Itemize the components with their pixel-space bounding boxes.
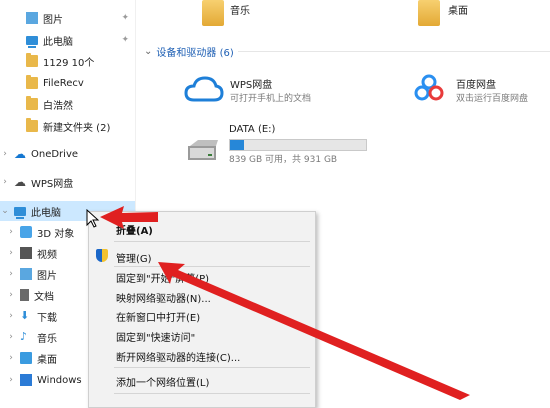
menu-item-manage[interactable]: 管理(G) — [116, 250, 152, 265]
drive-usage-bar — [229, 139, 367, 151]
nav-item-label: 白浩然 — [43, 100, 73, 112]
desktop-folder-icon[interactable] — [418, 0, 440, 26]
nav-item-label: 图片 — [37, 270, 57, 282]
mouse-cursor-icon — [86, 209, 100, 228]
divider — [238, 51, 550, 52]
menu-item-collapse[interactable]: 折叠(A) — [116, 222, 153, 237]
drive-usage-fill — [230, 140, 244, 150]
chevron-right-icon[interactable]: › — [6, 311, 16, 321]
nav-item-onedrive[interactable]: › ☁ OneDrive — [0, 144, 135, 164]
drive-title[interactable]: DATA (E:) — [229, 124, 275, 135]
nav-item-label: 此电脑 — [43, 36, 73, 48]
nav-item-label: 图片 — [43, 14, 63, 26]
menu-item-add-network-location[interactable]: 添加一个网络位置(L) — [116, 374, 209, 389]
wps-cloud-icon: ☁ — [14, 175, 26, 189]
chevron-right-icon[interactable]: › — [0, 149, 10, 159]
drive-subtitle: 可打开手机上的文档 — [230, 94, 312, 104]
nav-item-label: 新建文件夹 (2) — [43, 122, 111, 134]
video-folder-icon — [20, 247, 32, 259]
nav-item-label: 视频 — [37, 249, 57, 261]
nav-item-new-folder-2[interactable]: 新建文件夹 (2) — [0, 116, 135, 136]
menu-item-open-new-window[interactable]: 在新窗口中打开(E) — [116, 309, 200, 324]
chevron-right-icon[interactable]: › — [0, 177, 10, 187]
nav-item-pictures-pinned[interactable]: 图片 ✦ — [0, 8, 135, 28]
chevron-right-icon[interactable]: › — [6, 248, 16, 258]
menu-separator — [114, 241, 310, 242]
chevron-right-icon[interactable]: › — [6, 227, 16, 237]
nav-item-label: Windows — [37, 374, 82, 386]
nav-item-label: 下载 — [37, 312, 57, 324]
nav-item-label: 1129 10个 — [43, 57, 95, 69]
pictures-folder-icon — [26, 12, 38, 24]
nav-item-filerecv[interactable]: FileRecv — [0, 73, 135, 93]
folder-icon — [26, 96, 38, 110]
menu-item-map-network-drive[interactable]: 映射网络驱动器(N)... — [116, 290, 211, 305]
chevron-right-icon[interactable]: › — [6, 353, 16, 363]
onedrive-cloud-icon: ☁ — [14, 147, 26, 161]
drive-title[interactable]: WPS网盘 — [230, 76, 272, 91]
menu-separator — [114, 393, 310, 394]
wps-cloud-icon[interactable] — [184, 74, 224, 104]
nav-item-1129[interactable]: 1129 10个 — [0, 51, 135, 71]
music-folder-icon: ♪ — [20, 330, 28, 343]
nav-item-label: 此电脑 — [31, 207, 61, 219]
folder-icon — [26, 118, 38, 132]
chevron-right-icon[interactable]: › — [6, 290, 16, 300]
menu-item-pin-to-start[interactable]: 固定到"开始"屏幕(P) — [116, 270, 209, 285]
baidu-netdisk-icon[interactable] — [414, 74, 444, 102]
nav-item-label: FileRecv — [43, 77, 84, 89]
nav-item-baihaoran[interactable]: 白浩然 — [0, 94, 135, 114]
nav-item-this-pc-pinned[interactable]: 此电脑 ✦ — [0, 30, 135, 50]
nav-item-wps-cloud[interactable]: › ☁ WPS网盘 — [0, 172, 135, 192]
folder-icon — [26, 75, 38, 89]
chevron-right-icon[interactable]: › — [6, 375, 16, 385]
nav-item-label: 文档 — [34, 291, 54, 303]
nav-item-label: OneDrive — [31, 148, 79, 160]
folder-icon — [26, 53, 38, 67]
menu-separator — [114, 266, 310, 267]
pin-icon: ✦ — [121, 13, 129, 23]
section-header-devices[interactable]: ⌄ 设备和驱动器 (6) — [144, 44, 234, 59]
hard-drive-icon[interactable] — [186, 136, 220, 164]
chevron-down-icon: ⌄ — [144, 46, 153, 57]
chevron-right-icon[interactable]: › — [6, 332, 16, 342]
menu-item-pin-quick-access[interactable]: 固定到"快速访问" — [116, 329, 195, 344]
computer-icon — [26, 36, 38, 48]
nav-item-label: 桌面 — [37, 354, 57, 366]
windows-drive-icon — [20, 374, 32, 386]
drive-subtitle: 双击运行百度网盘 — [456, 94, 529, 104]
nav-item-label: 音乐 — [37, 333, 57, 345]
menu-item-disconnect-network-drive[interactable]: 断开网络驱动器的连接(C)... — [116, 349, 240, 364]
3d-objects-icon — [20, 226, 32, 238]
pin-icon: ✦ — [121, 35, 129, 45]
documents-folder-icon — [20, 289, 29, 301]
section-title: 设备和驱动器 (6) — [156, 48, 234, 59]
drive-subtitle: 839 GB 可用，共 931 GB — [229, 155, 338, 165]
admin-shield-icon — [96, 249, 108, 262]
desktop-folder-icon — [20, 352, 32, 364]
nav-item-label: 3D 对象 — [37, 228, 75, 240]
chevron-right-icon[interactable]: › — [6, 269, 16, 279]
folder-tile-label[interactable]: 音乐 — [230, 2, 250, 17]
chevron-down-icon[interactable]: ⌄ — [0, 206, 10, 216]
menu-separator — [114, 367, 310, 368]
pictures-folder-icon — [20, 268, 32, 280]
music-folder-icon[interactable] — [202, 0, 224, 26]
downloads-folder-icon: ⬇ — [20, 309, 30, 322]
computer-icon — [14, 207, 26, 219]
folder-tile-label[interactable]: 桌面 — [448, 2, 468, 17]
context-menu: 折叠(A) 管理(G) 固定到"开始"屏幕(P) 映射网络驱动器(N)... 在… — [88, 211, 316, 408]
drive-title[interactable]: 百度网盘 — [456, 76, 496, 91]
nav-item-label: WPS网盘 — [31, 178, 74, 190]
